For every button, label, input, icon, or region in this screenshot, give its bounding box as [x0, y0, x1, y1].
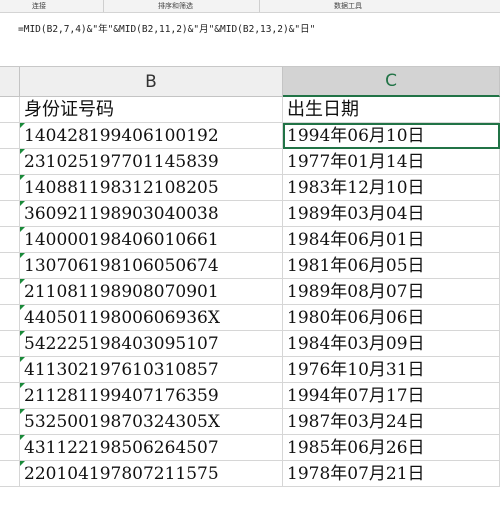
- row-stub: [0, 227, 20, 253]
- row-stub: [0, 201, 20, 227]
- ribbon-group-labels: 连接 排序和筛选 数据工具: [0, 0, 500, 13]
- row-stub: [0, 123, 20, 149]
- birthdate-cell-active[interactable]: 1994年06月10日: [283, 123, 500, 149]
- birthdate-cell[interactable]: 1987年03月24日: [283, 409, 500, 435]
- column-header-b[interactable]: B: [20, 67, 283, 97]
- table-row: 211281199407176359 1994年07月17日: [0, 383, 500, 409]
- table-row: 542225198403095107 1984年03月09日: [0, 331, 500, 357]
- id-number-cell[interactable]: 140881198312108205: [20, 175, 283, 201]
- row-stub: [0, 383, 20, 409]
- row-stub: [0, 409, 20, 435]
- id-number-cell[interactable]: 220104197807211575: [20, 461, 283, 487]
- id-number-cell[interactable]: 53250019870324305X: [20, 409, 283, 435]
- table-row: 140881198312108205 1983年12月10日: [0, 175, 500, 201]
- id-number-cell[interactable]: 211281199407176359: [20, 383, 283, 409]
- id-number-cell[interactable]: 231025197701145839: [20, 149, 283, 175]
- id-number-cell[interactable]: 431122198506264507: [20, 435, 283, 461]
- select-all-corner[interactable]: [0, 67, 20, 97]
- id-number-cell[interactable]: 211081198908070901: [20, 279, 283, 305]
- birthdate-cell[interactable]: 1981年06月05日: [283, 253, 500, 279]
- birthdate-cell[interactable]: 1989年08月07日: [283, 279, 500, 305]
- birthdate-cell[interactable]: 1980年06月06日: [283, 305, 500, 331]
- ribbon-divider: [103, 0, 104, 12]
- row-stub: [0, 175, 20, 201]
- table-row: 44050119800606936X 1980年06月06日: [0, 305, 500, 331]
- formula-text[interactable]: =MID(B2,7,4)&"年"&MID(B2,11,2)&"月"&MID(B2…: [18, 21, 315, 35]
- row-stub: [0, 279, 20, 305]
- formula-bar[interactable]: =MID(B2,7,4)&"年"&MID(B2,11,2)&"月"&MID(B2…: [0, 13, 500, 67]
- row-stub: [0, 461, 20, 487]
- row-stub: [0, 305, 20, 331]
- table-row: 140000198406010661 1984年06月01日: [0, 227, 500, 253]
- row-stub: [0, 435, 20, 461]
- header-cell-id[interactable]: 身份证号码: [20, 97, 283, 123]
- ribbon-divider: [259, 0, 260, 12]
- table-row: 360921198903040038 1989年03月04日: [0, 201, 500, 227]
- table-row: 140428199406100192 1994年06月10日: [0, 123, 500, 149]
- header-cell-birthdate[interactable]: 出生日期: [283, 97, 500, 123]
- row-stub: [0, 149, 20, 175]
- ribbon-group-data-tools[interactable]: 数据工具: [334, 1, 362, 11]
- id-number-cell[interactable]: 360921198903040038: [20, 201, 283, 227]
- table-header-row: 身份证号码 出生日期: [0, 97, 500, 123]
- birthdate-cell[interactable]: 1978年07月21日: [283, 461, 500, 487]
- birthdate-cell[interactable]: 1984年03月09日: [283, 331, 500, 357]
- table-row: 53250019870324305X 1987年03月24日: [0, 409, 500, 435]
- table-row: 211081198908070901 1989年08月07日: [0, 279, 500, 305]
- birthdate-cell[interactable]: 1984年06月01日: [283, 227, 500, 253]
- id-number-cell[interactable]: 140428199406100192: [20, 123, 283, 149]
- birthdate-cell[interactable]: 1976年10月31日: [283, 357, 500, 383]
- table-row: 431122198506264507 1985年06月26日: [0, 435, 500, 461]
- table-row: 220104197807211575 1978年07月21日: [0, 461, 500, 487]
- id-number-cell[interactable]: 140000198406010661: [20, 227, 283, 253]
- id-number-cell[interactable]: 411302197610310857: [20, 357, 283, 383]
- table-row: 411302197610310857 1976年10月31日: [0, 357, 500, 383]
- birthdate-cell[interactable]: 1989年03月04日: [283, 201, 500, 227]
- id-number-cell[interactable]: 130706198106050674: [20, 253, 283, 279]
- birthdate-cell[interactable]: 1994年07月17日: [283, 383, 500, 409]
- column-headers: B C: [0, 67, 500, 97]
- id-number-cell[interactable]: 44050119800606936X: [20, 305, 283, 331]
- row-stub: [0, 97, 20, 123]
- table-row: 130706198106050674 1981年06月05日: [0, 253, 500, 279]
- table-row: 231025197701145839 1977年01月14日: [0, 149, 500, 175]
- row-stub: [0, 357, 20, 383]
- id-number-cell[interactable]: 542225198403095107: [20, 331, 283, 357]
- birthdate-cell[interactable]: 1983年12月10日: [283, 175, 500, 201]
- birthdate-cell[interactable]: 1977年01月14日: [283, 149, 500, 175]
- row-stub: [0, 331, 20, 357]
- birthdate-cell[interactable]: 1985年06月26日: [283, 435, 500, 461]
- row-stub: [0, 253, 20, 279]
- ribbon-group-connections[interactable]: 连接: [32, 1, 46, 11]
- ribbon-group-sort-filter[interactable]: 排序和筛选: [158, 1, 193, 11]
- column-header-c[interactable]: C: [283, 67, 500, 97]
